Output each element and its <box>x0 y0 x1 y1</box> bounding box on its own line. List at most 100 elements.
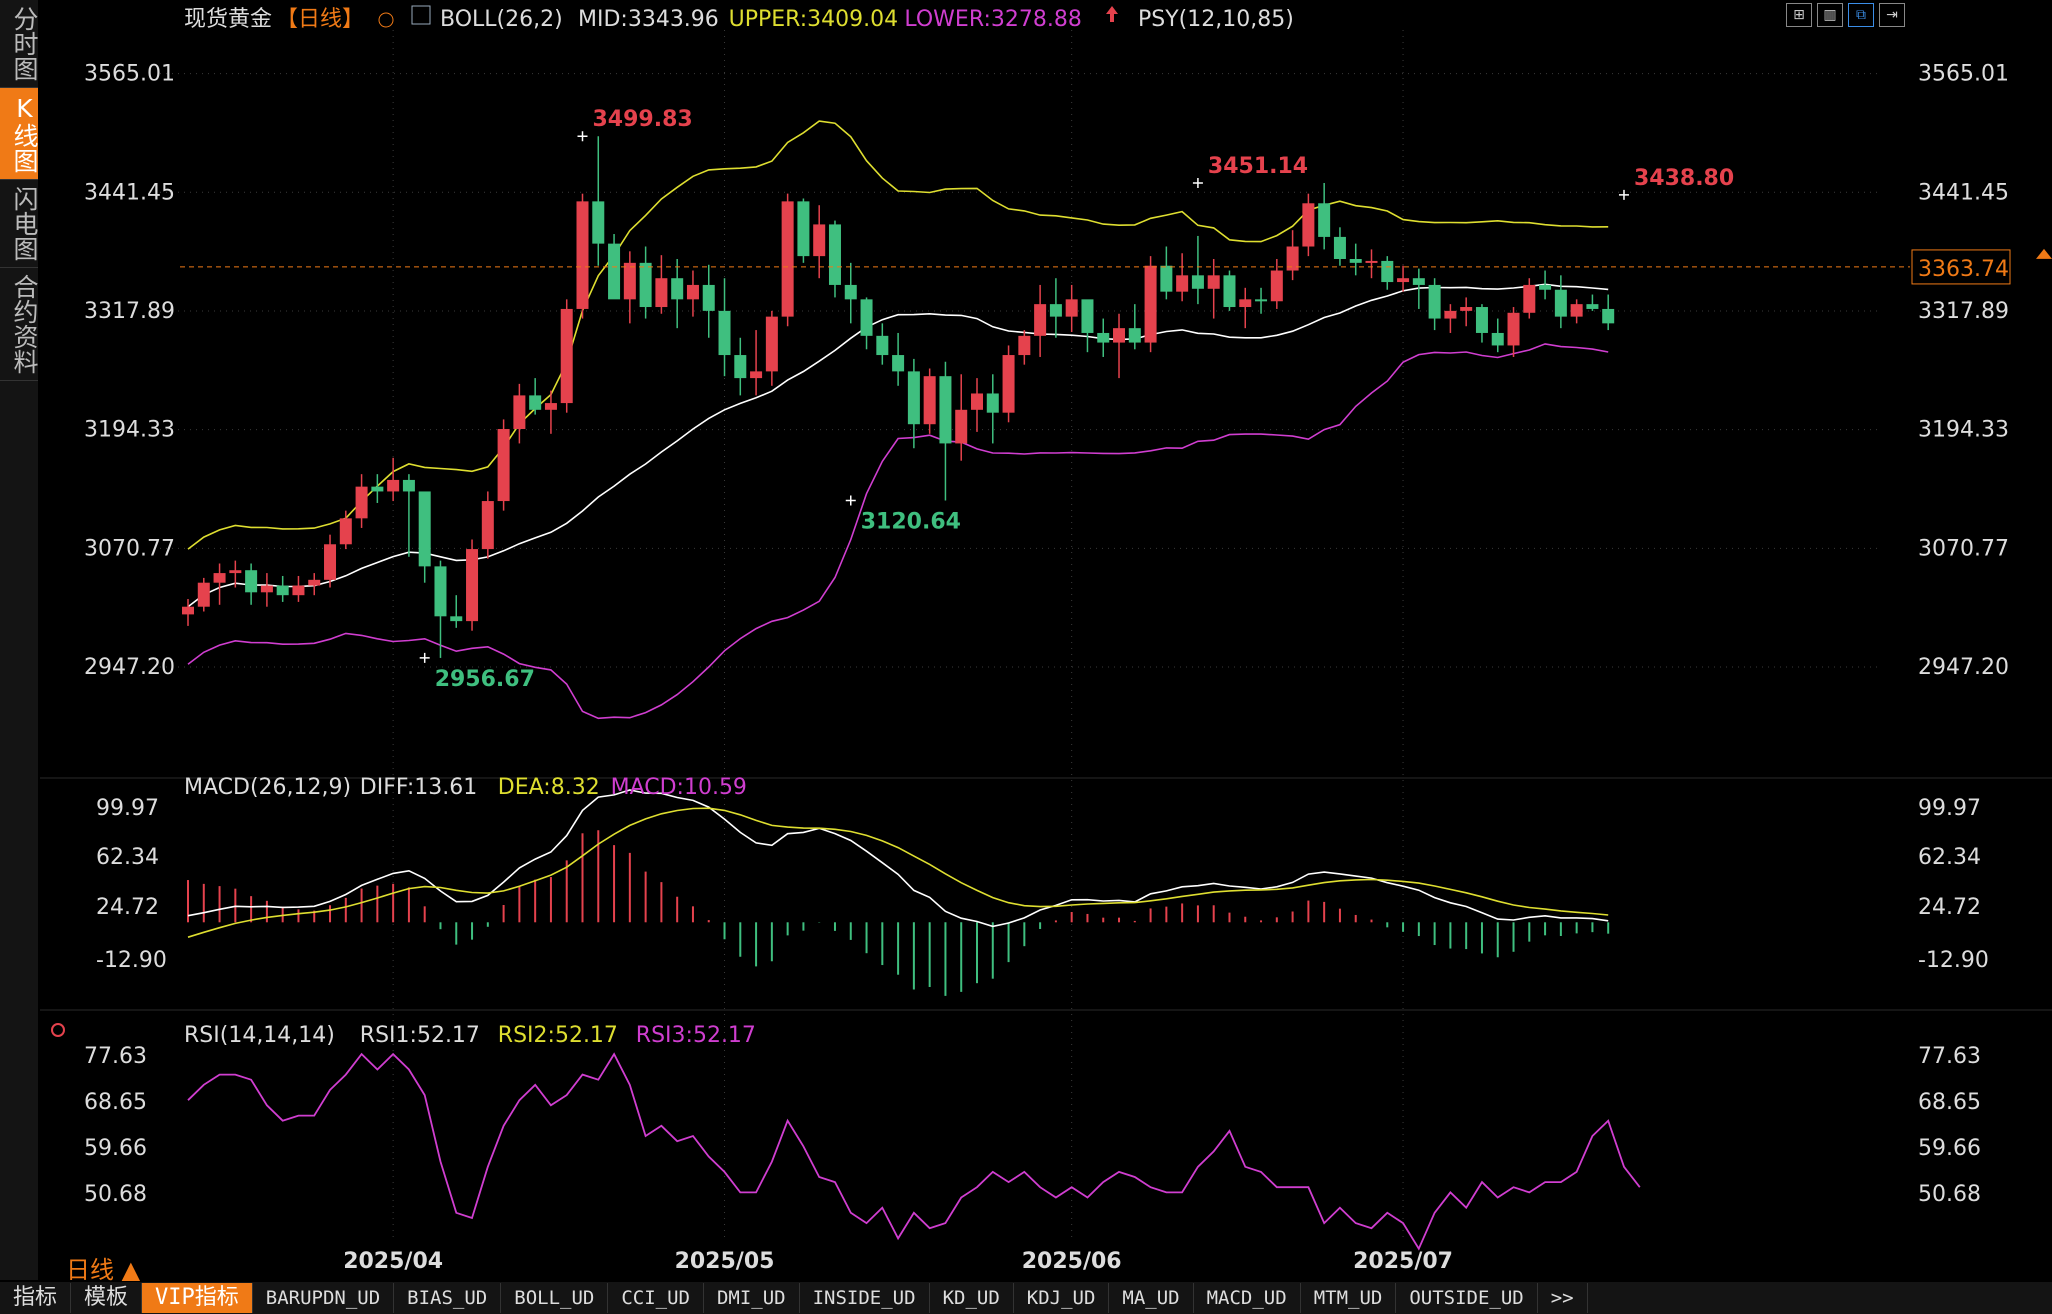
candle-body <box>481 501 494 550</box>
candle-body <box>986 393 999 413</box>
indicator-tab[interactable]: MA_UD <box>1109 1283 1194 1313</box>
grid-layout-icon[interactable]: ⊞ <box>1786 3 1812 27</box>
exit-layout-icon[interactable]: ⇥ <box>1879 3 1905 27</box>
y-tick-label-left: 3441.45 <box>84 180 175 205</box>
extreme-value-label: 3438.80 <box>1634 166 1734 191</box>
macd-y-tick-right: 62.34 <box>1918 845 1981 870</box>
candle-body <box>1034 304 1047 336</box>
extreme-value-label: 3451.14 <box>1208 154 1308 179</box>
candle-body <box>1507 312 1520 346</box>
candle-body <box>529 395 542 410</box>
indicator-tab[interactable]: 指标 <box>0 1283 72 1313</box>
macd-y-tick-left: 24.72 <box>96 895 159 920</box>
instrument-title: 现货黄金 <box>184 7 272 32</box>
candle-body <box>513 395 526 430</box>
y-tick-label-left: 3070.77 <box>84 536 175 561</box>
candle-body <box>860 299 873 336</box>
rsi-legend-item: RSI(14,14,14) <box>184 1023 335 1048</box>
indicator-tab[interactable]: >> <box>1538 1283 1588 1313</box>
indicator-tab[interactable]: CCI_UD <box>608 1283 704 1313</box>
boll-legend-item: LOWER:3278.88 <box>904 7 1081 32</box>
y-tick-label-left: 3194.33 <box>84 418 175 443</box>
rsi-y-tick-right: 59.66 <box>1918 1136 1981 1161</box>
up-arrow-icon <box>1106 6 1118 22</box>
candle-body <box>686 284 699 300</box>
candle-body <box>1113 328 1126 343</box>
last-price-label: 3363.74 <box>1918 257 2009 282</box>
rsi-y-tick-right: 50.68 <box>1918 1182 1981 1207</box>
candle-body <box>402 479 415 492</box>
candle-body <box>387 479 400 492</box>
indicator-icon <box>411 5 431 25</box>
candle-body <box>308 579 321 586</box>
y-tick-label-right: 3317.89 <box>1918 299 2009 324</box>
candle-body <box>1428 284 1441 319</box>
candle-body <box>592 201 605 244</box>
split-layout-icon[interactable]: ⧉ <box>1848 3 1874 27</box>
candle-body <box>797 201 810 257</box>
candle-body <box>1318 203 1331 237</box>
candle-body <box>1255 299 1268 302</box>
candle-body <box>1539 284 1552 290</box>
indicator-tab[interactable]: KDJ_UD <box>1014 1283 1110 1313</box>
candle-body <box>1270 270 1283 302</box>
candle-body <box>576 201 589 309</box>
indicator-tab[interactable]: OUTSIDE_UD <box>1396 1283 1538 1313</box>
indicator-tab[interactable]: MTM_UD <box>1301 1283 1397 1313</box>
macd-panel: 99.97 99.97 62.34 62.34 24.72 24.72 -12.90 -12.… <box>96 789 1989 996</box>
period-selector[interactable]: 日线 ▲ <box>66 1250 140 1285</box>
x-tick-label: 2025/05 <box>675 1249 775 1274</box>
candle-body <box>623 262 636 300</box>
candle-body <box>781 201 794 317</box>
indicator-tab[interactable]: MACD_UD <box>1194 1283 1301 1313</box>
candle-body <box>1065 299 1078 317</box>
candle-body <box>466 549 479 622</box>
indicator-tab[interactable]: DMI_UD <box>704 1283 800 1313</box>
y-tick-label-left: 3317.89 <box>84 299 175 324</box>
candle-body <box>718 310 731 356</box>
last-price-arrow <box>2036 248 2052 259</box>
candle-body <box>750 371 763 379</box>
candle-body <box>1412 278 1425 285</box>
candle-body <box>245 570 258 593</box>
candle-body <box>702 284 715 311</box>
candle-body <box>939 376 952 444</box>
candle-body <box>813 224 826 257</box>
candle-body <box>371 486 384 492</box>
layout-toolbar: ⊞ ▥ ⧉ ⇥ <box>1786 3 1905 27</box>
candle-body <box>339 518 352 545</box>
extreme-marker <box>1192 177 1203 188</box>
indicator-tab[interactable]: BOLL_UD <box>501 1283 609 1313</box>
candle-body <box>892 355 905 372</box>
candle-body <box>544 403 557 410</box>
psy-legend-item: PSY(12,10,85) <box>1138 7 1294 32</box>
rsi-y-tick-left: 77.63 <box>84 1044 147 1069</box>
macd-y-tick-right: 99.97 <box>1918 796 1981 821</box>
indicator-tab[interactable]: BIAS_UD <box>394 1283 502 1313</box>
candle-body <box>1586 304 1599 309</box>
candle-body <box>1460 307 1473 311</box>
period-tag: 【日线】 <box>276 7 364 32</box>
indicator-tab[interactable]: BARUPDN_UD <box>253 1283 395 1313</box>
window-layout-icon[interactable]: ▥ <box>1817 3 1843 27</box>
extreme-marker <box>577 131 588 142</box>
indicator-tab[interactable]: 模板 <box>71 1283 143 1313</box>
candle-body <box>1223 275 1236 308</box>
extreme-marker <box>419 652 430 663</box>
main-price-panel: 3565.01 3565.01 3441.45 3441.45 3317.89 3317.… <box>84 62 2052 720</box>
indicator-tab[interactable]: VIP指标 <box>142 1283 253 1313</box>
candle-body <box>1160 265 1173 292</box>
candlestick-chart[interactable]: 2025/04 2025/05 2025/06 2025/07 3565.01 3565… <box>0 0 2052 1314</box>
indicator-tab[interactable]: INSIDE_UD <box>800 1283 930 1313</box>
extreme-marker <box>845 495 856 506</box>
candle-body <box>1444 310 1457 319</box>
candle-body <box>497 429 510 502</box>
boll-legend-item: UPPER:3409.04 <box>729 7 899 32</box>
candle-body <box>213 573 226 583</box>
indicator-tab[interactable]: KD_UD <box>930 1283 1014 1313</box>
candle-body <box>560 308 573 404</box>
rsi-legend-item: RSI3:52.17 <box>636 1023 756 1048</box>
rsi-y-tick-right: 68.65 <box>1918 1090 1981 1115</box>
target-icon <box>51 1023 65 1037</box>
macd-y-tick-right: 24.72 <box>1918 895 1981 920</box>
